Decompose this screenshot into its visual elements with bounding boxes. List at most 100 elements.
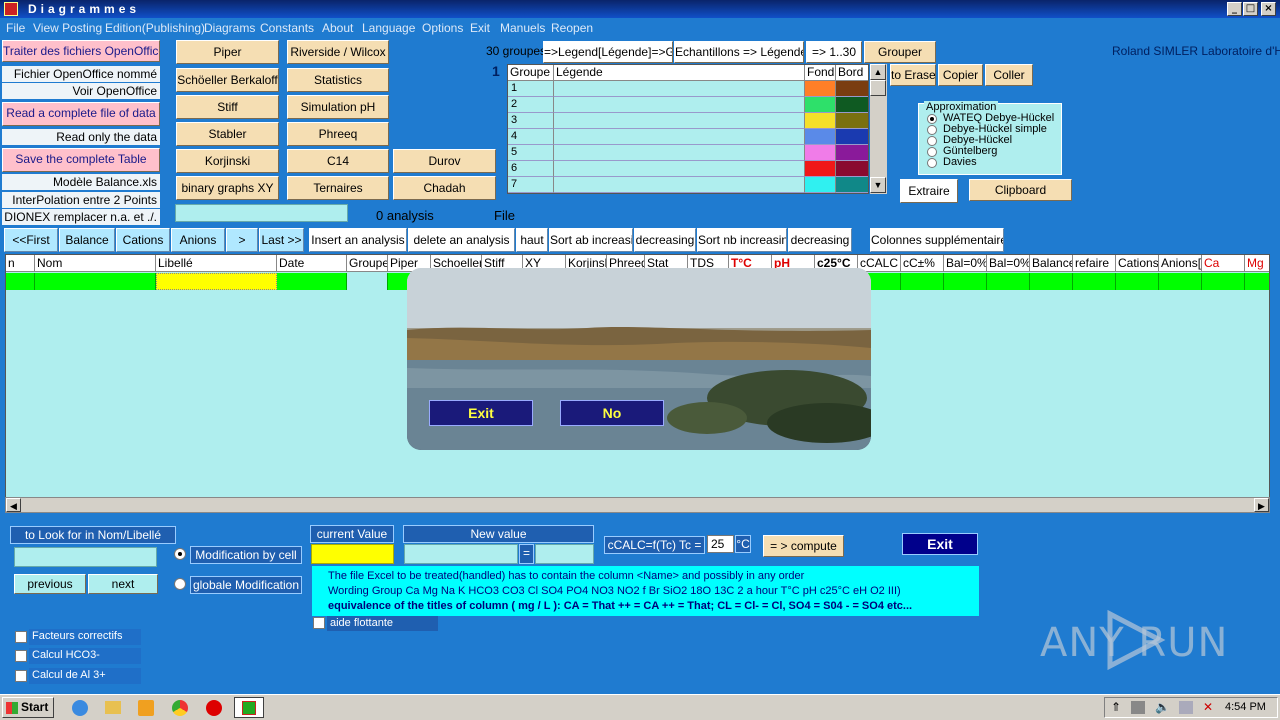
grid-header-cell[interactable]: refaire bbox=[1073, 255, 1116, 272]
menu-constants[interactable]: Constants bbox=[260, 21, 314, 35]
grid-row-cell[interactable] bbox=[987, 273, 1030, 290]
sort-nb-increasing-button[interactable]: Sort nb increasing bbox=[697, 228, 787, 252]
legend-row-fond-color[interactable] bbox=[805, 81, 836, 97]
search-input[interactable] bbox=[14, 547, 157, 567]
fichier-openoffice-label[interactable]: Fichier OpenOffice nommé bbox=[2, 66, 160, 82]
legend-row-text[interactable] bbox=[554, 177, 805, 193]
legend-row-fond-color[interactable] bbox=[805, 113, 836, 129]
sort-nb-decreasing-button[interactable]: decreasing bbox=[788, 228, 852, 252]
splash-no-button[interactable]: No bbox=[560, 400, 664, 426]
grid-row-cell[interactable] bbox=[347, 273, 388, 290]
next-button[interactable]: next bbox=[88, 574, 158, 594]
grid-row-cell[interactable] bbox=[6, 273, 35, 290]
next-page-button[interactable]: > bbox=[226, 228, 258, 252]
menu-language[interactable]: Language bbox=[362, 21, 415, 35]
grid-row-cell[interactable] bbox=[1159, 273, 1202, 290]
scroll-thumb[interactable] bbox=[870, 80, 886, 96]
anions-button[interactable]: Anions bbox=[171, 228, 225, 252]
tray-up-icon[interactable]: ⇑ bbox=[1111, 700, 1121, 714]
read-complete-file-button[interactable]: Read a complete file of data bbox=[2, 102, 160, 126]
menu-view-posting[interactable]: View Posting bbox=[33, 21, 102, 35]
start-button[interactable]: Start bbox=[2, 697, 54, 718]
calcul-hco3-label[interactable]: Calcul HCO3- bbox=[29, 648, 141, 664]
grid-header-cell[interactable]: Libellé bbox=[156, 255, 277, 272]
approx-radio[interactable] bbox=[927, 147, 937, 157]
close-button[interactable]: × bbox=[1261, 2, 1276, 16]
stiff-button[interactable]: Stiff bbox=[176, 95, 279, 119]
tc-input[interactable]: 25 bbox=[707, 535, 734, 553]
interpolation-label[interactable]: InterPolation entre 2 Points bbox=[2, 192, 160, 208]
grid-row-cell[interactable] bbox=[901, 273, 944, 290]
volume-icon[interactable]: 🔈 bbox=[1155, 700, 1170, 714]
legend-row-fond-color[interactable] bbox=[805, 145, 836, 161]
korjinski-button[interactable]: Korjinski bbox=[176, 149, 279, 173]
calcul-hco3-checkbox[interactable] bbox=[15, 650, 27, 662]
legend-row-fond-color[interactable] bbox=[805, 129, 836, 145]
legend-row-text[interactable] bbox=[554, 81, 805, 97]
legend-table[interactable]: Groupe Légende Fond Bord 1234567 bbox=[507, 64, 869, 194]
balance-button[interactable]: Balance bbox=[59, 228, 115, 252]
sort-ab-decreasing-button[interactable]: decreasing bbox=[634, 228, 696, 252]
copier-button[interactable]: Copier bbox=[938, 64, 983, 86]
legend-row-text[interactable] bbox=[554, 129, 805, 145]
grid-header-cell[interactable]: Date bbox=[277, 255, 347, 272]
dionex-label[interactable]: DIONEX remplacer n.a. et ./. bbox=[2, 209, 160, 225]
range-button[interactable]: => 1..30 bbox=[806, 41, 862, 63]
binary-graphs-xy-button[interactable]: binary graphs XY bbox=[176, 176, 279, 200]
globale-radio[interactable] bbox=[174, 578, 186, 590]
calcul-al-label[interactable]: Calcul de Al 3+ bbox=[29, 668, 141, 684]
grouper-button[interactable]: Grouper bbox=[864, 41, 936, 63]
chrome-icon[interactable] bbox=[172, 700, 188, 716]
legend-to-group-button[interactable]: =>Legend[Légende]=>Gro bbox=[543, 41, 673, 63]
legend-row-text[interactable] bbox=[554, 97, 805, 113]
riverside-wilcox-button[interactable]: Riverside / Wilcox bbox=[287, 40, 389, 64]
grid-header-cell[interactable]: Ca bbox=[1202, 255, 1245, 272]
modif-cell-label[interactable]: Modification by cell bbox=[190, 546, 302, 564]
aide-flottante-checkbox[interactable] bbox=[313, 617, 325, 629]
exit-button[interactable]: Exit bbox=[902, 533, 978, 555]
extraire-button[interactable]: Extraire bbox=[900, 179, 958, 203]
cations-button[interactable]: Cations bbox=[116, 228, 170, 252]
grid-row-cell[interactable] bbox=[1073, 273, 1116, 290]
tray-app-icon[interactable] bbox=[1179, 701, 1193, 714]
insert-analysis-button[interactable]: Insert an analysis bbox=[309, 228, 407, 252]
last-button[interactable]: Last >> bbox=[259, 228, 304, 252]
legend-row-bord-color[interactable] bbox=[836, 113, 868, 129]
grid-header-cell[interactable]: Cations[ bbox=[1116, 255, 1159, 272]
schoeller-berkaloff-button[interactable]: Schöeller Berkaloff bbox=[176, 68, 279, 92]
network-icon[interactable] bbox=[1131, 701, 1145, 714]
diagrammes-task-button[interactable] bbox=[234, 697, 264, 718]
grid-header-cell[interactable]: Groupe bbox=[347, 255, 388, 272]
ie-icon[interactable] bbox=[72, 700, 88, 716]
durov-button[interactable]: Durov bbox=[393, 149, 496, 173]
delete-analysis-button[interactable]: delete an analysis bbox=[408, 228, 515, 252]
first-button[interactable]: <<First bbox=[4, 228, 58, 252]
legend-row-number[interactable]: 2 bbox=[508, 97, 554, 113]
grid-header-cell[interactable]: Mg bbox=[1245, 255, 1269, 272]
approx-radio[interactable] bbox=[927, 136, 937, 146]
menu-diagrams[interactable]: Diagrams bbox=[204, 21, 255, 35]
chadah-button[interactable]: Chadah bbox=[393, 176, 496, 200]
folder-icon[interactable] bbox=[105, 701, 121, 714]
simulation-ph-button[interactable]: Simulation pH bbox=[287, 95, 389, 119]
minimize-button[interactable]: _ bbox=[1227, 2, 1242, 16]
legend-scrollbar[interactable]: ▲ ▼ bbox=[870, 64, 887, 194]
menu-exit[interactable]: Exit bbox=[470, 21, 490, 35]
new-value-extra-input[interactable] bbox=[535, 544, 594, 564]
legend-row-number[interactable]: 6 bbox=[508, 161, 554, 177]
modele-balance-label[interactable]: Modèle Balance.xls bbox=[2, 174, 160, 190]
scroll-down-icon[interactable]: ▼ bbox=[870, 177, 886, 193]
haut-button[interactable]: haut bbox=[516, 228, 548, 252]
facteurs-label[interactable]: Facteurs correctifs bbox=[29, 629, 141, 645]
current-value-field[interactable] bbox=[311, 544, 394, 564]
grid-horizontal-scrollbar[interactable]: ◀ ▶ bbox=[5, 497, 1270, 513]
menu-manuels[interactable]: Manuels bbox=[500, 21, 545, 35]
menu-reopen[interactable]: Reopen bbox=[551, 21, 593, 35]
approx-radio[interactable] bbox=[927, 125, 937, 135]
opera-icon[interactable] bbox=[206, 700, 222, 716]
modif-cell-radio[interactable] bbox=[174, 548, 186, 560]
scroll-up-icon[interactable]: ▲ bbox=[870, 64, 886, 80]
legend-row-bord-color[interactable] bbox=[836, 145, 868, 161]
grid-row-cell[interactable] bbox=[1030, 273, 1073, 290]
scroll-right-icon[interactable]: ▶ bbox=[1254, 498, 1269, 512]
